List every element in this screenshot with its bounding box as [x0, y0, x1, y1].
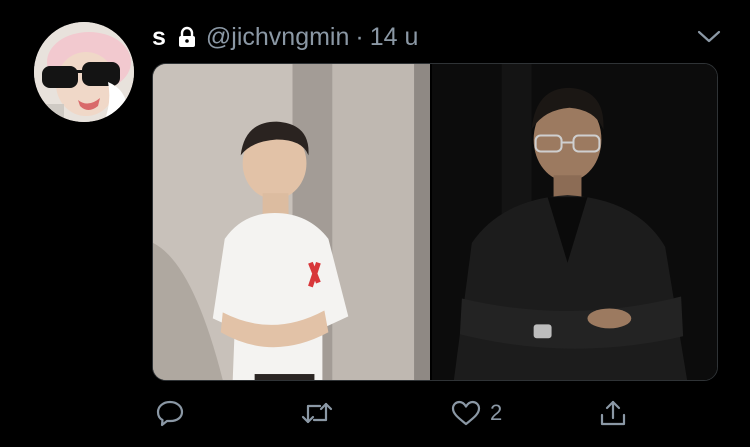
- like-count: 2: [490, 400, 503, 425]
- tweet-header: s @jichvngmin · 14 u: [152, 20, 418, 54]
- tweet-actions: 2: [152, 396, 632, 430]
- timestamp[interactable]: 14 u: [370, 23, 419, 52]
- separator-dot: ·: [355, 22, 364, 51]
- avatar[interactable]: [34, 22, 134, 122]
- media-grid: [152, 63, 718, 381]
- media-photo-1[interactable]: [153, 64, 431, 380]
- avatar-image: [34, 22, 134, 122]
- display-name[interactable]: s: [152, 23, 166, 52]
- photo-image: [432, 64, 717, 380]
- share-icon: [598, 398, 628, 428]
- share-button[interactable]: [598, 396, 628, 430]
- reply-icon: [155, 398, 185, 428]
- lock-icon: [176, 26, 198, 48]
- tweet[interactable]: s @jichvngmin · 14 u 2: [0, 0, 750, 447]
- user-handle[interactable]: @jichvngmin: [206, 23, 349, 52]
- photo-image: [153, 64, 431, 380]
- retweet-icon: [300, 398, 334, 428]
- like-button[interactable]: 2: [450, 396, 502, 430]
- heart-icon: [450, 398, 482, 428]
- media-photo-2[interactable]: [432, 64, 717, 380]
- retweet-button[interactable]: [300, 396, 334, 430]
- reply-button[interactable]: [155, 396, 185, 430]
- chevron-down-icon[interactable]: [696, 28, 722, 46]
